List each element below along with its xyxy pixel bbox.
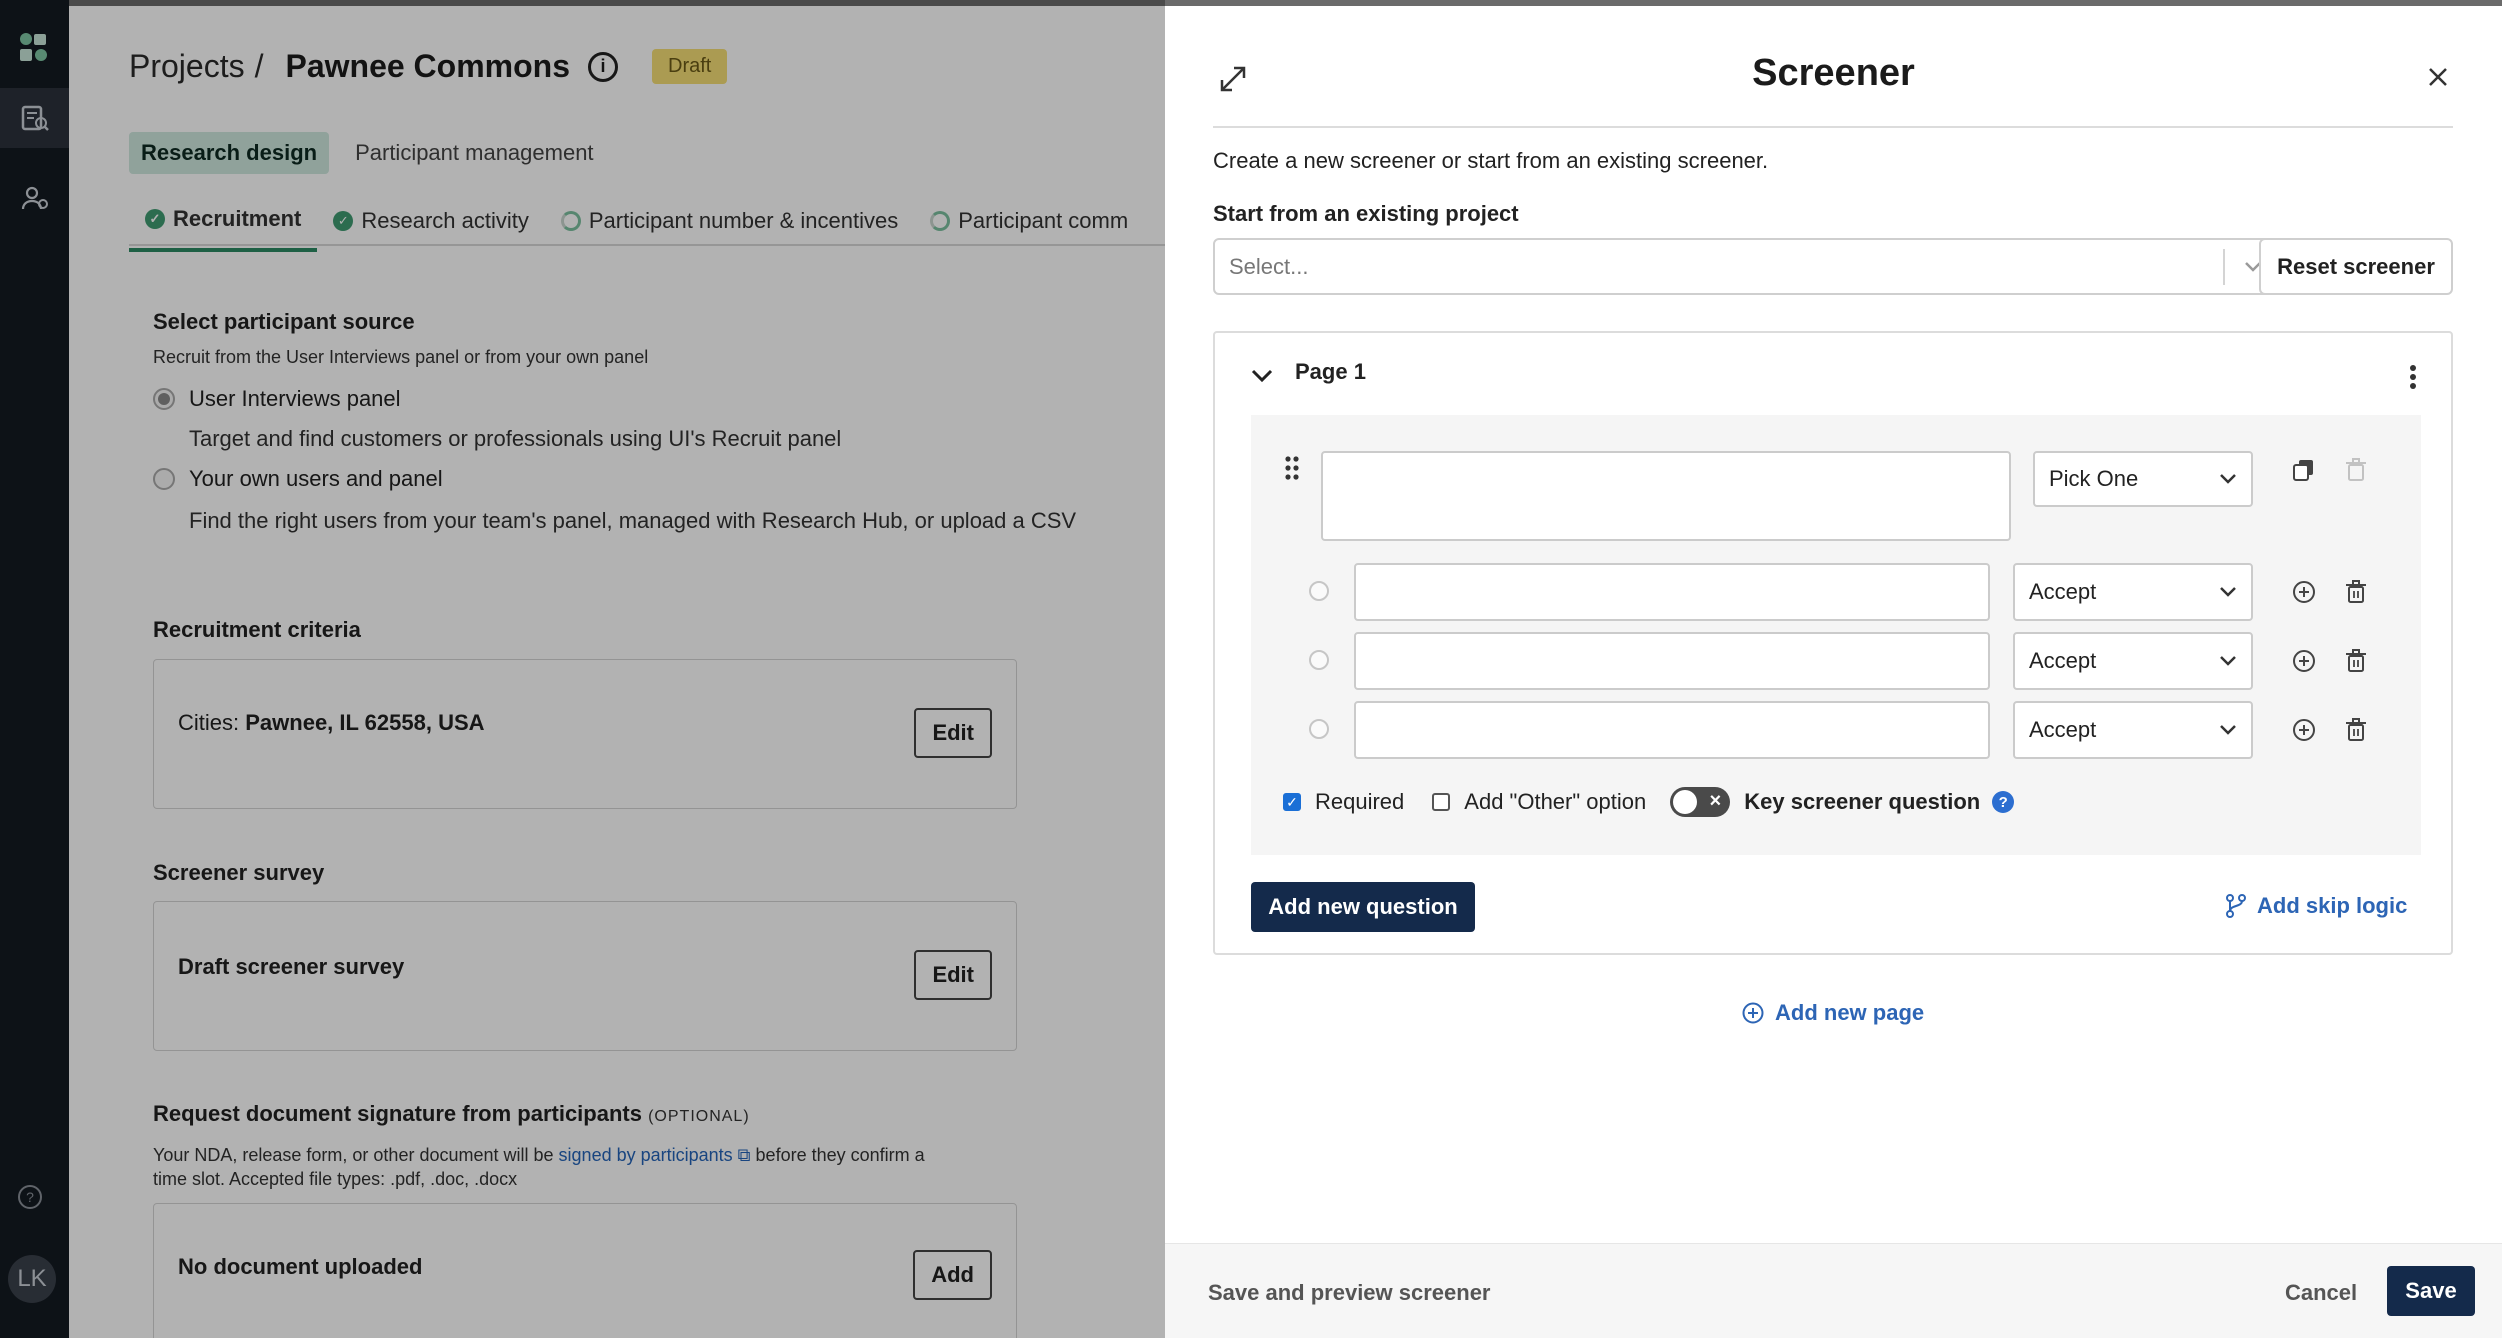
option-text-input[interactable] — [1354, 563, 1990, 621]
existing-project-select[interactable]: Select... — [1213, 238, 2283, 295]
drawer-title: Screener — [1752, 52, 1915, 94]
add-page-label: Add new page — [1775, 1000, 1925, 1025]
cancel-button[interactable]: Cancel — [2285, 1280, 2357, 1306]
chevron-down-icon — [2220, 587, 2236, 597]
screener-page-card: Page 1 Pick One Accept Accept Accept ✓ R… — [1213, 331, 2453, 955]
question-options-bar: ✓ Required Add "Other" option × Key scre… — [1283, 787, 2015, 817]
key-question-label: Key screener question — [1744, 789, 1981, 814]
delete-question-icon[interactable] — [2343, 457, 2369, 483]
skip-logic-label: Add skip logic — [2257, 893, 2408, 918]
toggle-knob — [1673, 790, 1698, 814]
add-page-link[interactable]: Add new page — [1741, 1000, 1924, 1026]
option-radio — [1309, 719, 1329, 739]
other-option-label: Add "Other" option — [1464, 789, 1647, 814]
option-rule-value: Accept — [2029, 648, 2097, 673]
option-radio — [1309, 581, 1329, 601]
modal-backdrop[interactable] — [0, 0, 1165, 1338]
option-radio — [1309, 650, 1329, 670]
add-option-icon[interactable] — [2291, 717, 2317, 743]
add-question-button[interactable]: Add new question — [1251, 882, 1475, 932]
help-tooltip-icon[interactable]: ? — [1992, 791, 2015, 813]
page-title: Page 1 — [1295, 359, 1366, 384]
existing-project-label: Start from an existing project — [1213, 201, 1519, 226]
drawer-intro: Create a new screener or start from an e… — [1213, 148, 1769, 173]
option-text-input[interactable] — [1354, 632, 1990, 690]
branch-icon — [2226, 894, 2246, 918]
option-rule-select[interactable]: Accept — [2013, 563, 2253, 621]
delete-option-icon[interactable] — [2343, 717, 2369, 743]
drawer-footer: Save and preview screener Cancel Save — [1165, 1243, 2502, 1338]
drag-handle-icon[interactable] — [1283, 455, 1301, 481]
question-type-select[interactable]: Pick One — [2033, 451, 2253, 507]
reset-screener-button[interactable]: Reset screener — [2259, 238, 2453, 295]
duplicate-icon[interactable] — [2291, 457, 2317, 483]
other-option-checkbox[interactable] — [1432, 793, 1451, 811]
delete-option-icon[interactable] — [2343, 579, 2369, 605]
required-checkbox[interactable]: ✓ — [1283, 793, 1301, 811]
chevron-down-icon — [2220, 474, 2236, 484]
chevron-down-icon — [2220, 725, 2236, 735]
question-card: Pick One Accept Accept Accept ✓ Required… — [1251, 415, 2421, 855]
option-rule-select[interactable]: Accept — [2013, 632, 2253, 690]
toggle-off-icon: × — [1709, 790, 1722, 812]
key-question-toggle[interactable]: × — [1670, 787, 1731, 817]
required-label: Required — [1315, 789, 1405, 814]
option-rule-value: Accept — [2029, 579, 2097, 604]
option-rule-value: Accept — [2029, 717, 2097, 742]
kebab-menu-icon[interactable] — [2403, 361, 2423, 393]
collapse-chevron-icon[interactable] — [1249, 363, 1275, 389]
screener-drawer: Screener Create a new screener or start … — [1165, 0, 2502, 1338]
chevron-down-icon — [2220, 656, 2236, 666]
add-option-icon[interactable] — [2291, 648, 2317, 674]
save-button[interactable]: Save — [2387, 1266, 2475, 1316]
header-divider — [1213, 126, 2453, 128]
close-icon[interactable] — [2423, 62, 2453, 92]
add-option-icon[interactable] — [2291, 579, 2317, 605]
question-text-input[interactable] — [1321, 451, 2011, 541]
save-and-preview-button[interactable]: Save and preview screener — [1208, 1280, 1491, 1306]
question-type-value: Pick One — [2049, 466, 2139, 491]
plus-circle-icon — [1742, 1002, 1764, 1024]
delete-option-icon[interactable] — [2343, 648, 2369, 674]
add-skip-logic-link[interactable]: Add skip logic — [2225, 893, 2407, 919]
option-rule-select[interactable]: Accept — [2013, 701, 2253, 759]
select-placeholder: Select... — [1229, 253, 1309, 279]
top-border — [1165, 0, 2502, 6]
option-text-input[interactable] — [1354, 701, 1990, 759]
